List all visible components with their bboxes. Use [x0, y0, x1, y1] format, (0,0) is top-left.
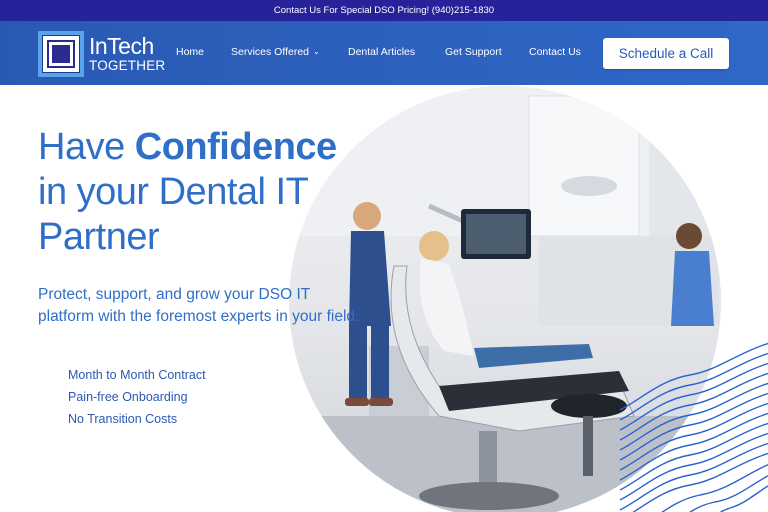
nav-dental-articles[interactable]: Dental Articles [348, 46, 415, 58]
headline-prefix: Have [38, 126, 135, 168]
nav-home[interactable]: Home [176, 46, 204, 58]
site-logo[interactable]: InTech TOGETHER [38, 30, 166, 78]
logo-wordmark: InTech TOGETHER [89, 35, 165, 73]
main-navbar: InTech TOGETHER Home Services Offered ⌄ D… [0, 21, 768, 85]
promo-text[interactable]: Contact Us For Special DSO Pricing! (940… [274, 5, 494, 16]
logo-line2: TOGETHER [89, 58, 166, 74]
decorative-wave-lines [619, 342, 768, 512]
feature-item: Pain-free Onboarding [68, 390, 188, 404]
feature-item: Month to Month Contract [68, 368, 206, 382]
logo-square-icon [38, 31, 84, 77]
feature-item: No Transition Costs [68, 412, 178, 426]
headline-rest: in your Dental IT Partner [38, 171, 308, 258]
headline-emphasis: Confidence [134, 126, 337, 168]
chevron-down-icon: ⌄ [313, 47, 320, 56]
logo-line1: InTech [89, 33, 154, 60]
schedule-call-button[interactable]: Schedule a Call [603, 38, 729, 69]
feature-list: Month to Month Contract Pain-free Onboar… [68, 364, 206, 430]
hero-subtext: Protect, support, and grow your DSO IT p… [38, 286, 360, 325]
nav-contact-us[interactable]: Contact Us [529, 46, 581, 58]
nav-services-offered[interactable]: Services Offered ⌄ [231, 46, 320, 58]
hero-headline: Have Confidence in your Dental IT Partne… [38, 125, 378, 260]
nav-get-support[interactable]: Get Support [445, 46, 502, 58]
nav-services-label: Services Offered [231, 46, 310, 58]
promo-topbar: Contact Us For Special DSO Pricing! (940… [0, 0, 768, 21]
